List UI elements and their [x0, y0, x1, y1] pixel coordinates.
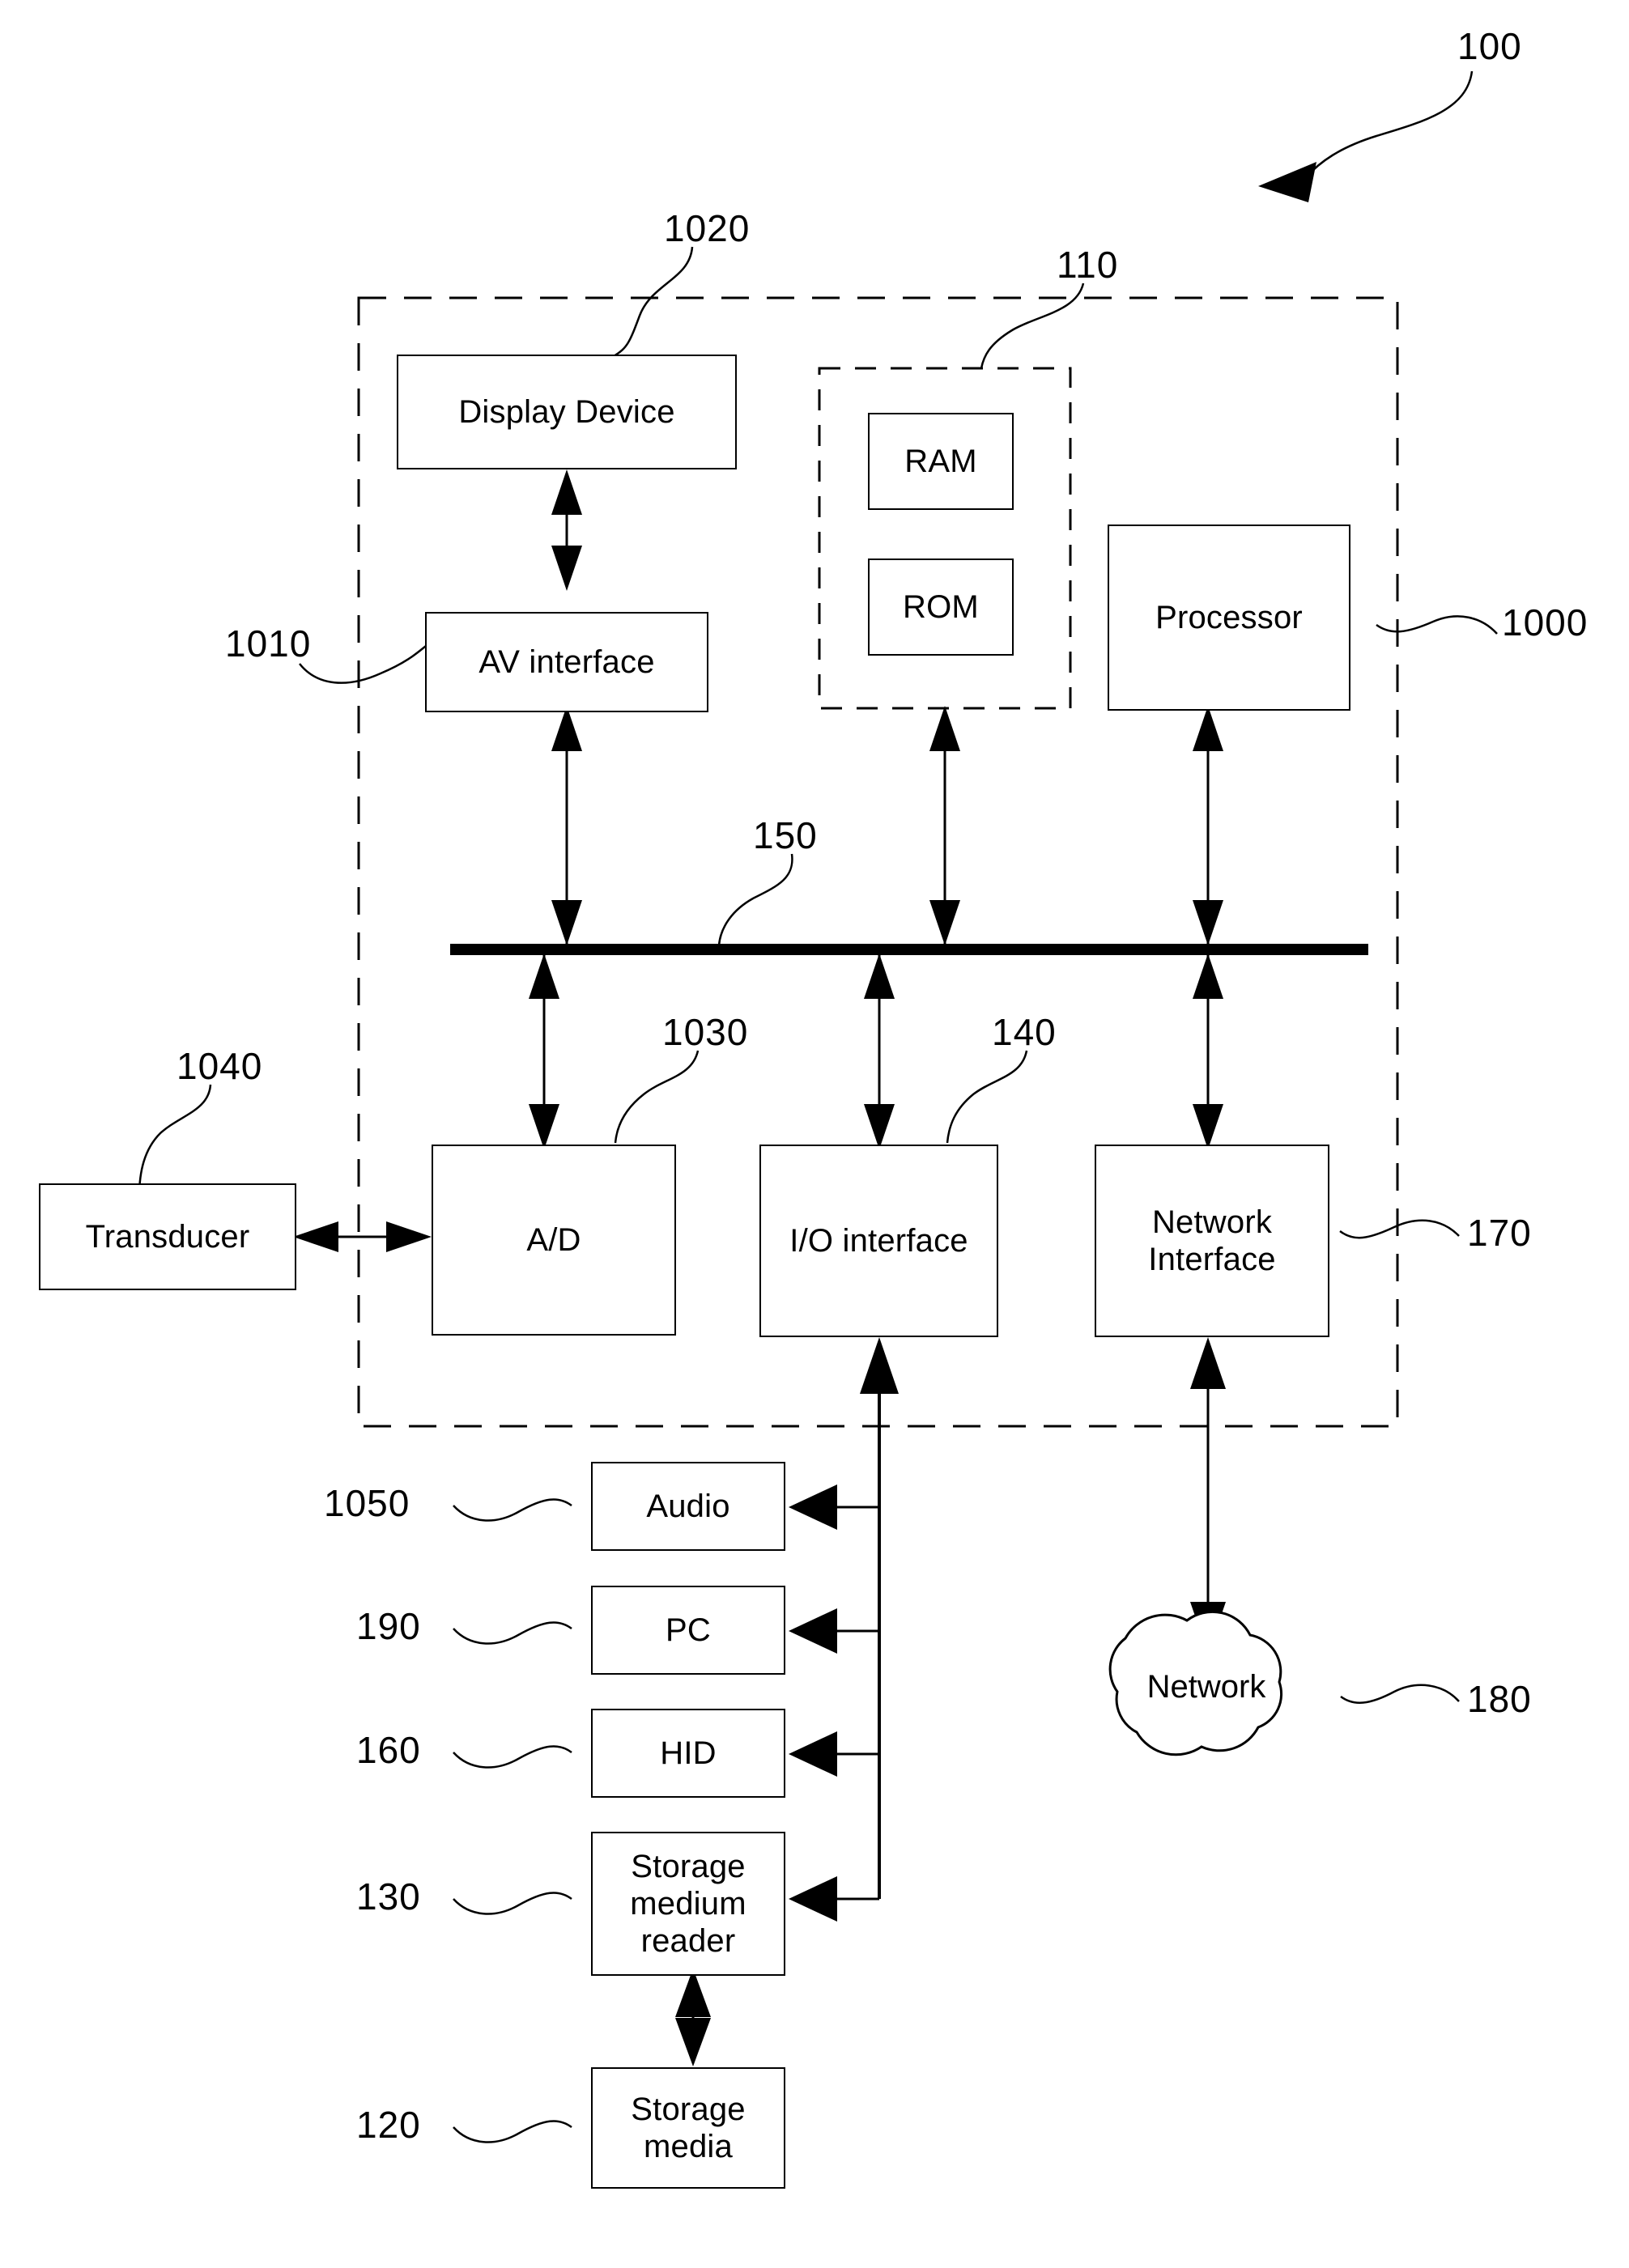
ref-110: 110 [1057, 244, 1119, 286]
leader-1000 [1376, 615, 1498, 635]
node-pc-label: PC [666, 1612, 711, 1648]
leader-150 [717, 853, 793, 946]
arrowhead-up-processor [1193, 706, 1223, 751]
arrowhead-up-io-trunk [860, 1337, 899, 1394]
leader-120 [453, 2120, 572, 2143]
node-transducer-label: Transducer [85, 1219, 250, 1255]
arrowhead-down-io [864, 1104, 895, 1149]
leader-1040 [138, 1084, 212, 1197]
node-hid[interactable]: HID [591, 1709, 785, 1798]
node-network-interface-label-line2: Interface [1148, 1242, 1276, 1277]
diagram-vector-layer [138, 70, 1498, 2143]
node-storage-medium-reader[interactable]: Storage medium reader [591, 1832, 785, 1976]
ref-1010: 1010 [225, 622, 312, 665]
node-storage-reader-line1: Storage [631, 1849, 746, 1884]
node-processor[interactable]: Processor [1108, 525, 1350, 711]
node-storage-media-line1: Storage [631, 2092, 746, 2127]
arrowhead-up-memory [929, 706, 960, 751]
leader-170 [1339, 1219, 1460, 1239]
arrowhead-down-bus-memory [929, 900, 960, 945]
system-bus [450, 944, 1368, 955]
arrowhead-left-transducer [293, 1221, 338, 1252]
arrowhead-down-bus-av [551, 900, 582, 945]
node-display-device-label: Display Device [458, 394, 675, 430]
leader-190 [453, 1621, 572, 1645]
node-processor-label: Processor [1155, 600, 1303, 635]
arrowhead-left-audio [789, 1484, 837, 1530]
leader-110 [980, 282, 1085, 369]
node-network-interface[interactable]: Network Interface [1095, 1145, 1329, 1337]
leader-130 [453, 1892, 572, 1915]
arrowhead-right-ad [386, 1221, 432, 1252]
arrowhead-ref-100 [1258, 162, 1316, 202]
node-audio-label: Audio [646, 1489, 730, 1524]
leader-140 [946, 1050, 1028, 1144]
leader-1020 [613, 246, 694, 358]
leader-1030 [614, 1050, 700, 1144]
node-hid-label: HID [660, 1735, 717, 1771]
arrowhead-down-ad [529, 1104, 559, 1149]
leader-1050 [453, 1498, 572, 1522]
node-ad-converter[interactable]: A/D [432, 1145, 676, 1336]
ref-190: 190 [356, 1605, 421, 1647]
arrowhead-up-bus-ad [529, 953, 559, 999]
node-rom[interactable]: ROM [868, 559, 1014, 656]
ref-170: 170 [1467, 1212, 1532, 1254]
ref-160: 160 [356, 1729, 421, 1771]
node-display-device[interactable]: Display Device [397, 355, 737, 469]
node-ram-label: RAM [904, 444, 977, 479]
node-storage-media-line2: media [644, 2129, 733, 2164]
node-io-interface[interactable]: I/O interface [759, 1145, 998, 1337]
ref-1000: 1000 [1502, 601, 1589, 643]
node-av-interface-label: AV interface [478, 644, 655, 680]
leader-1010 [299, 642, 430, 684]
node-rom-label: ROM [903, 589, 979, 625]
arrowhead-down-media [675, 2018, 711, 2066]
arrowhead-left-storage-reader [789, 1876, 837, 1922]
figure-canvas: Display Device RAM ROM Processor AV inte… [0, 0, 1629, 2268]
arrowhead-up-reader [675, 1969, 711, 2017]
ref-120: 120 [356, 2104, 421, 2146]
node-transducer[interactable]: Transducer [39, 1183, 296, 1290]
arrowhead-down-bus-processor [1193, 900, 1223, 945]
node-storage-reader-line2: medium [630, 1886, 746, 1922]
node-ad-converter-label: A/D [526, 1222, 581, 1258]
node-av-interface[interactable]: AV interface [425, 612, 708, 712]
arrowhead-up-netif-cloud [1190, 1337, 1226, 1389]
arrowhead-left-hid [789, 1731, 837, 1777]
leader-180 [1340, 1684, 1460, 1704]
leader-100 [1304, 70, 1474, 179]
node-storage-media[interactable]: Storage media [591, 2067, 785, 2189]
ref-130: 130 [356, 1875, 421, 1918]
leader-160 [453, 1745, 572, 1769]
arrowhead-up-display [551, 469, 582, 515]
arrowhead-up-av [551, 706, 582, 751]
ref-100: 100 [1457, 25, 1522, 67]
node-network-cloud-label: Network [1146, 1669, 1266, 1705]
ref-140: 140 [992, 1011, 1057, 1053]
node-network-interface-label-line1: Network [1151, 1204, 1273, 1240]
ref-180: 180 [1467, 1678, 1532, 1720]
ref-1040: 1040 [177, 1045, 263, 1087]
ref-150: 150 [753, 814, 818, 856]
node-storage-reader-line3: reader [640, 1923, 736, 1959]
arrowhead-up-bus-netif [1193, 953, 1223, 999]
arrowhead-left-pc [789, 1608, 837, 1654]
arrowhead-up-bus-io [864, 953, 895, 999]
arrowhead-down-av [551, 546, 582, 591]
node-audio[interactable]: Audio [591, 1462, 785, 1551]
ref-1050: 1050 [324, 1482, 410, 1524]
node-io-interface-label: I/O interface [789, 1223, 968, 1259]
node-pc[interactable]: PC [591, 1586, 785, 1675]
ref-1030: 1030 [662, 1011, 749, 1053]
node-ram[interactable]: RAM [868, 413, 1014, 510]
ref-1020: 1020 [664, 207, 751, 249]
arrowhead-down-netif [1193, 1104, 1223, 1149]
arrowhead-down-cloud [1190, 1602, 1226, 1654]
